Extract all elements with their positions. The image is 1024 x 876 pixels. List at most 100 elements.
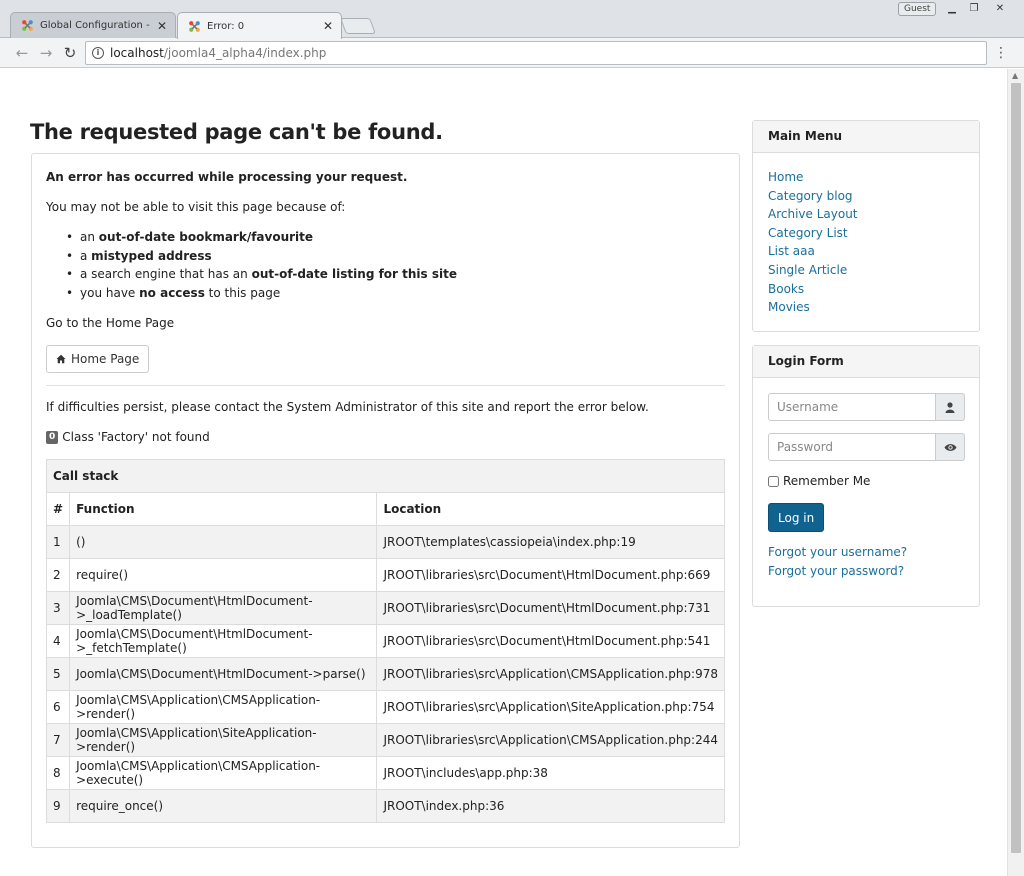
close-window-icon[interactable]: ✕ [990, 2, 1010, 16]
forgot-username-link[interactable]: Forgot your username? [768, 545, 907, 559]
cell-location: JROOT\includes\app.php:38 [376, 756, 725, 790]
cell-num: 5 [45, 657, 71, 691]
menu-link-books[interactable]: Books [768, 282, 804, 296]
password-group [768, 433, 965, 461]
close-icon[interactable]: ✕ [157, 19, 167, 33]
forgot-password-link[interactable]: Forgot your password? [768, 564, 904, 578]
list-item: a search engine that has an out-of-date … [66, 265, 457, 284]
goto-home-text: Go to the Home Page [46, 316, 175, 330]
error-heading: An error has occurred while processing y… [46, 170, 408, 184]
cell-location: JROOT\index.php:36 [376, 789, 725, 823]
error-intro: You may not be able to visit this page b… [46, 200, 346, 214]
eye-icon[interactable] [935, 433, 965, 461]
cell-num: 6 [45, 690, 71, 724]
tab-global-configuration[interactable]: Global Configuration - Joom ✕ [10, 12, 176, 38]
callstack-table: Call stack # Function Location 1 () JROO… [45, 459, 725, 823]
divider [46, 385, 725, 386]
menu-link-archive-layout[interactable]: Archive Layout [768, 207, 858, 221]
menu-link-home[interactable]: Home [768, 170, 803, 184]
cell-num: 3 [45, 591, 71, 625]
cell-function: Joomla\CMS\Document\HtmlDocument->parse(… [69, 657, 378, 691]
remember-me[interactable]: Remember Me [768, 474, 870, 488]
error-message-text: Class 'Factory' not found [62, 430, 210, 444]
password-input[interactable] [768, 433, 935, 461]
tab-error[interactable]: Error: 0 ✕ [177, 12, 342, 39]
cell-location: JROOT\libraries\src\Application\CMSAppli… [376, 657, 725, 691]
home-page-button-label: Home Page [71, 352, 140, 366]
table-row: 2 require() JROOT\libraries\src\Document… [45, 558, 725, 592]
menu-link-category-blog[interactable]: Category blog [768, 189, 853, 203]
list-item: you have no access to this page [66, 284, 457, 303]
login-button[interactable]: Log in [768, 503, 825, 532]
column-header-num: # [45, 492, 71, 526]
contact-admin-text: If difficulties persist, please contact … [46, 400, 649, 414]
scroll-up-icon[interactable]: ▲ [1012, 71, 1018, 80]
menu-link-single-article[interactable]: Single Article [768, 263, 847, 277]
error-code-badge: 0 [46, 430, 59, 444]
list-item: an out-of-date bookmark/favourite [66, 228, 457, 247]
cell-function: Joomla\CMS\Document\HtmlDocument->_loadT… [69, 591, 378, 625]
cell-function: () [69, 525, 378, 559]
cell-num: 8 [45, 756, 71, 790]
home-page-button[interactable]: Home Page [46, 345, 150, 373]
joomla-icon [22, 20, 33, 31]
url-path: /joomla4_alpha4/index.php [163, 46, 327, 60]
cell-location: JROOT\libraries\src\Application\SiteAppl… [376, 690, 725, 724]
cell-function: Joomla\CMS\Document\HtmlDocument->_fetch… [69, 624, 378, 658]
table-row: 5 Joomla\CMS\Document\HtmlDocument->pars… [45, 657, 725, 691]
main-menu-list: Home Category blog Archive Layout Catego… [753, 153, 979, 317]
reload-icon[interactable]: ↻ [60, 43, 80, 63]
username-input[interactable] [768, 393, 935, 421]
back-arrow-icon[interactable]: ← [12, 43, 32, 63]
page-title: The requested page can't be found. [30, 120, 443, 144]
browser-menu-icon[interactable]: ⋮ [993, 43, 1009, 63]
forward-arrow-icon[interactable]: → [36, 43, 56, 63]
list-item: a mistyped address [66, 247, 457, 266]
user-icon [935, 393, 965, 421]
address-bar[interactable]: i localhost/joomla4_alpha4/index.php [85, 41, 987, 65]
guest-profile-badge[interactable]: Guest [898, 2, 937, 16]
main-menu-module: Main Menu Home Category blog Archive Lay… [752, 120, 980, 332]
tab-title: Global Configuration - Joom [40, 20, 151, 31]
forgot-links: Forgot your username? Forgot your passwo… [768, 543, 907, 580]
table-row: 8 Joomla\CMS\Application\CMSApplication-… [45, 756, 725, 790]
login-form-module: Login Form Remember Me Log in Forgot you… [752, 345, 980, 607]
new-tab-button[interactable] [340, 18, 376, 34]
cell-num: 4 [45, 624, 71, 658]
error-message: 0 Class 'Factory' not found [46, 428, 210, 446]
cell-function: require() [69, 558, 378, 592]
cell-function: require_once() [69, 789, 378, 823]
username-group [768, 393, 965, 421]
cell-num: 1 [45, 525, 71, 559]
cell-location: JROOT\libraries\src\Document\HtmlDocumen… [376, 558, 725, 592]
page-scrollbar[interactable]: ▲ [1007, 69, 1024, 876]
table-row: 9 require_once() JROOT\index.php:36 [45, 789, 725, 823]
table-row: 1 () JROOT\templates\cassiopeia\index.ph… [45, 525, 725, 559]
tab-title: Error: 0 [207, 20, 245, 32]
column-header-location: Location [376, 492, 725, 526]
table-row: 4 Joomla\CMS\Document\HtmlDocument->_fet… [45, 624, 725, 658]
home-icon [56, 354, 66, 364]
menu-link-movies[interactable]: Movies [768, 300, 810, 314]
menu-link-category-list[interactable]: Category List [768, 226, 848, 240]
column-header-function: Function [69, 492, 378, 526]
cell-location: JROOT\libraries\src\Document\HtmlDocumen… [376, 624, 725, 658]
table-row: 7 Joomla\CMS\Application\SiteApplication… [45, 723, 725, 757]
table-row: 6 Joomla\CMS\Application\CMSApplication-… [45, 690, 725, 724]
main-menu-title: Main Menu [753, 121, 979, 153]
maximize-icon[interactable]: ❐ [964, 2, 984, 16]
login-form-title: Login Form [753, 346, 979, 378]
menu-link-list-aaa[interactable]: List aaa [768, 244, 815, 258]
error-card: An error has occurred while processing y… [31, 153, 740, 848]
scroll-thumb[interactable] [1011, 83, 1021, 853]
browser-titlebar: Global Configuration - Joom ✕ Error: 0 ✕… [0, 0, 1024, 39]
remember-me-checkbox[interactable] [768, 475, 779, 487]
url-host: localhost [110, 46, 164, 60]
info-icon[interactable]: i [92, 47, 104, 59]
minimize-icon[interactable]: ▁ [942, 2, 962, 16]
close-icon[interactable]: ✕ [323, 19, 333, 33]
browser-toolbar: ← → ↻ i localhost/joomla4_alpha4/index.p… [0, 38, 1024, 68]
callstack-caption: Call stack [46, 459, 725, 493]
cell-location: JROOT\templates\cassiopeia\index.php:19 [376, 525, 725, 559]
table-row: 3 Joomla\CMS\Document\HtmlDocument->_loa… [45, 591, 725, 625]
